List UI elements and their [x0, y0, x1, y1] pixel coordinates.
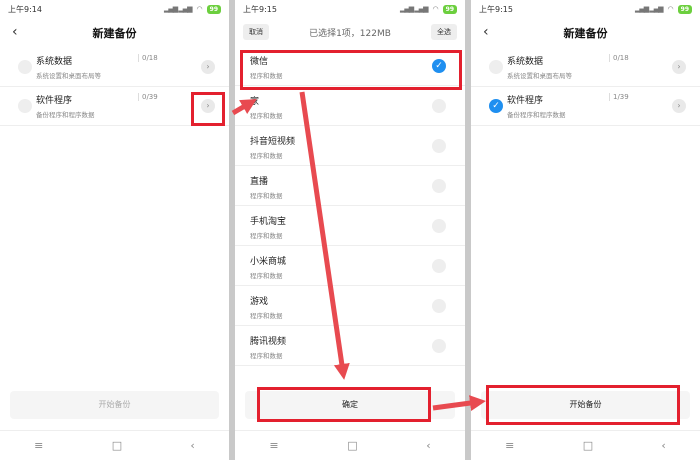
- annotation-arrows: [231, 91, 486, 411]
- arrow-to-start: [432, 395, 486, 411]
- arrow-to-confirm: [299, 91, 350, 380]
- arrow-to-wechat: [231, 98, 257, 116]
